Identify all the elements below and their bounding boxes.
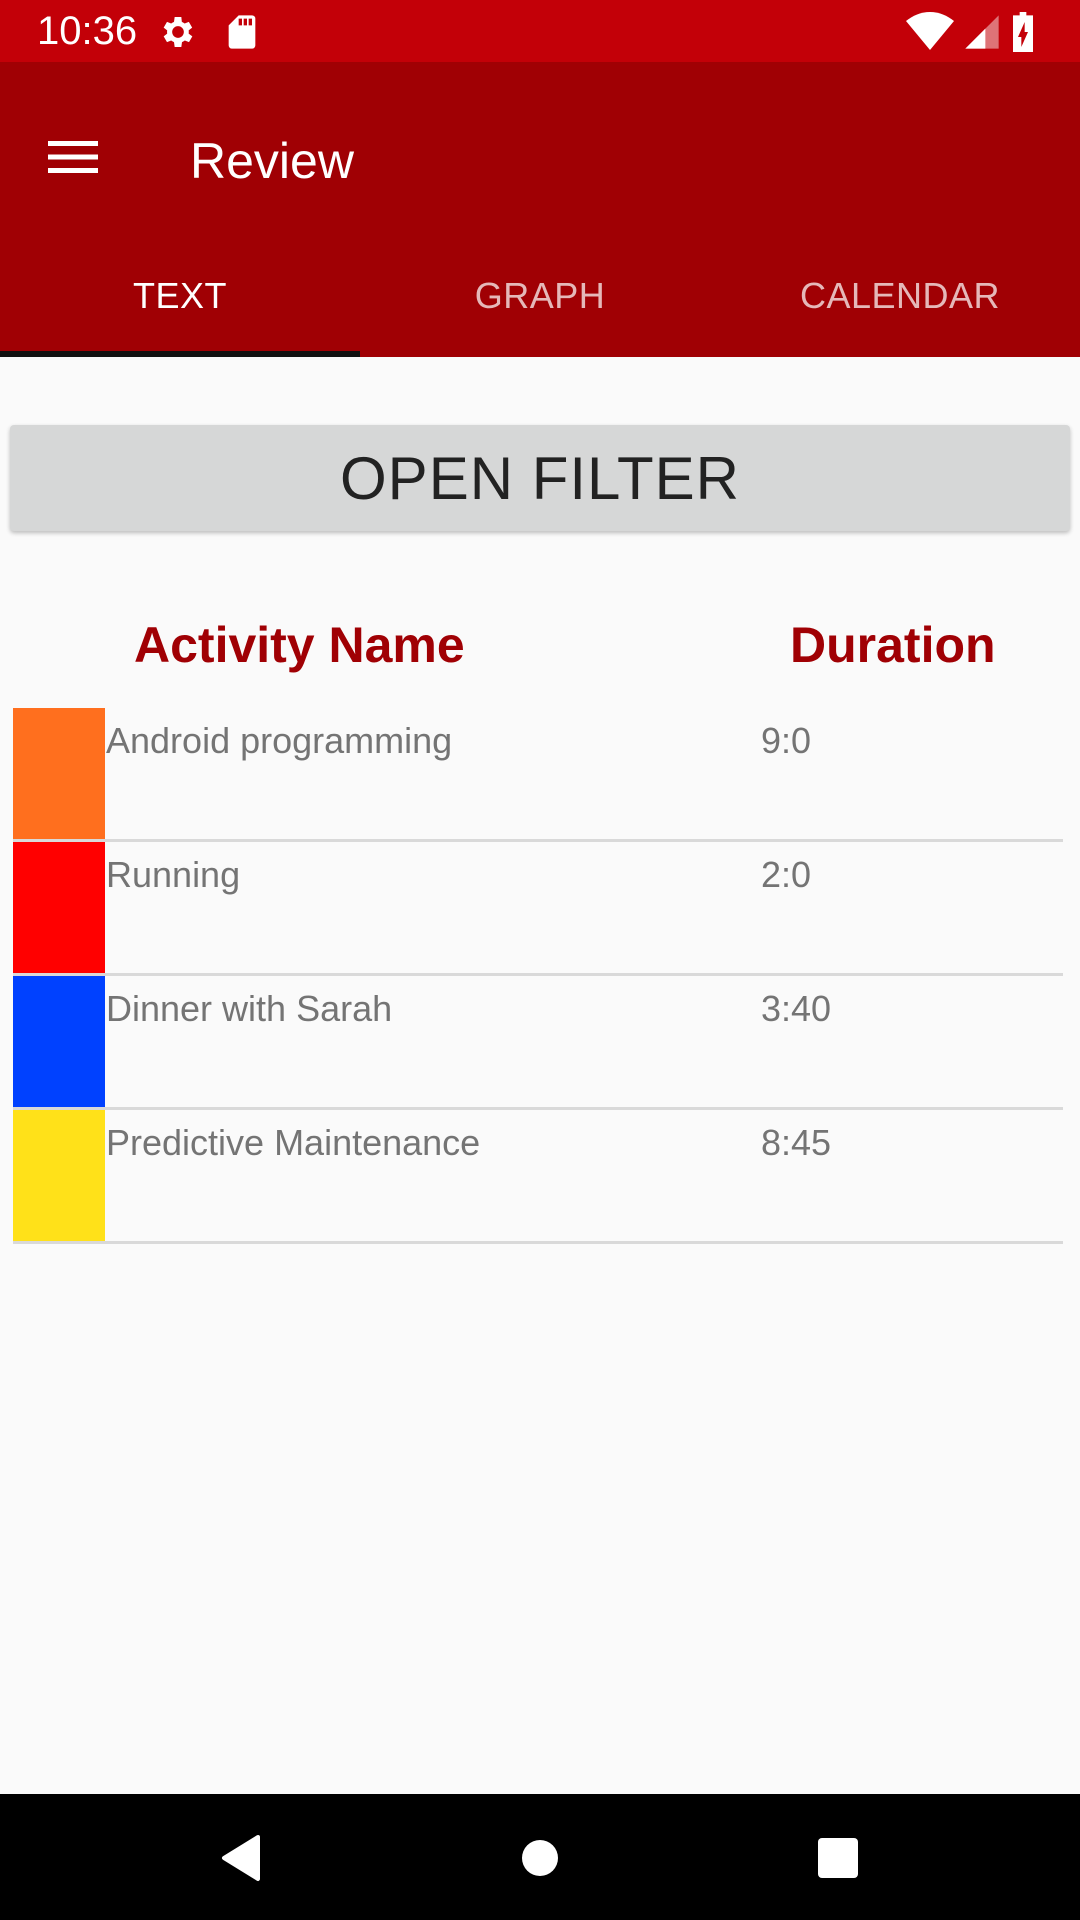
- back-button[interactable]: [200, 1820, 280, 1900]
- table-row[interactable]: Dinner with Sarah 3:40: [13, 976, 1063, 1110]
- page-title: Review: [190, 133, 354, 189]
- sd-card-icon: [222, 12, 262, 52]
- recents-button[interactable]: [798, 1820, 878, 1900]
- home-icon: [520, 1838, 560, 1883]
- wifi-icon: [906, 12, 954, 52]
- app-bar: Review TEXT GRAPH CALENDAR: [0, 62, 1080, 357]
- activity-name: Dinner with Sarah: [106, 988, 393, 1029]
- table-row[interactable]: Android programming 9:0: [13, 708, 1063, 842]
- recents-icon: [817, 1837, 859, 1884]
- status-bar: 10:36: [0, 0, 1080, 62]
- status-time: 10:36: [37, 9, 138, 53]
- activity-name: Predictive Maintenance: [106, 1122, 481, 1163]
- battery-charging-icon: [1008, 12, 1038, 52]
- duration-header: Duration: [790, 617, 996, 673]
- table-row[interactable]: Running 2:0: [13, 842, 1063, 976]
- activity-name-header: Activity Name: [134, 617, 465, 673]
- gear-icon: [158, 12, 198, 52]
- activity-list: Android programming 9:0 Running 2:0 Dinn…: [13, 708, 1063, 1244]
- color-swatch: [13, 708, 105, 839]
- home-button[interactable]: [500, 1820, 580, 1900]
- menu-icon: [48, 139, 98, 180]
- activity-duration: 3:40: [761, 988, 832, 1029]
- tab-graph[interactable]: GRAPH: [360, 234, 720, 357]
- activity-name: Android programming: [106, 720, 453, 761]
- activity-duration: 8:45: [761, 1122, 832, 1163]
- menu-button[interactable]: [30, 98, 116, 220]
- color-swatch: [13, 976, 105, 1107]
- tab-calendar[interactable]: CALENDAR: [720, 234, 1080, 357]
- table-row[interactable]: Predictive Maintenance 8:45: [13, 1110, 1063, 1244]
- color-swatch: [13, 842, 105, 973]
- color-swatch: [13, 1110, 105, 1241]
- tab-indicator: [0, 351, 360, 357]
- activity-name: Running: [106, 854, 241, 895]
- navigation-bar: [0, 1794, 1080, 1920]
- activity-duration: 9:0: [761, 720, 812, 761]
- activity-duration: 2:0: [761, 854, 812, 895]
- back-icon: [218, 1833, 262, 1888]
- cell-signal-icon: [962, 12, 1002, 52]
- tab-bar: TEXT GRAPH CALENDAR: [0, 234, 1080, 357]
- open-filter-button[interactable]: OPEN FILTER: [10, 425, 1070, 531]
- tab-text[interactable]: TEXT: [0, 234, 360, 357]
